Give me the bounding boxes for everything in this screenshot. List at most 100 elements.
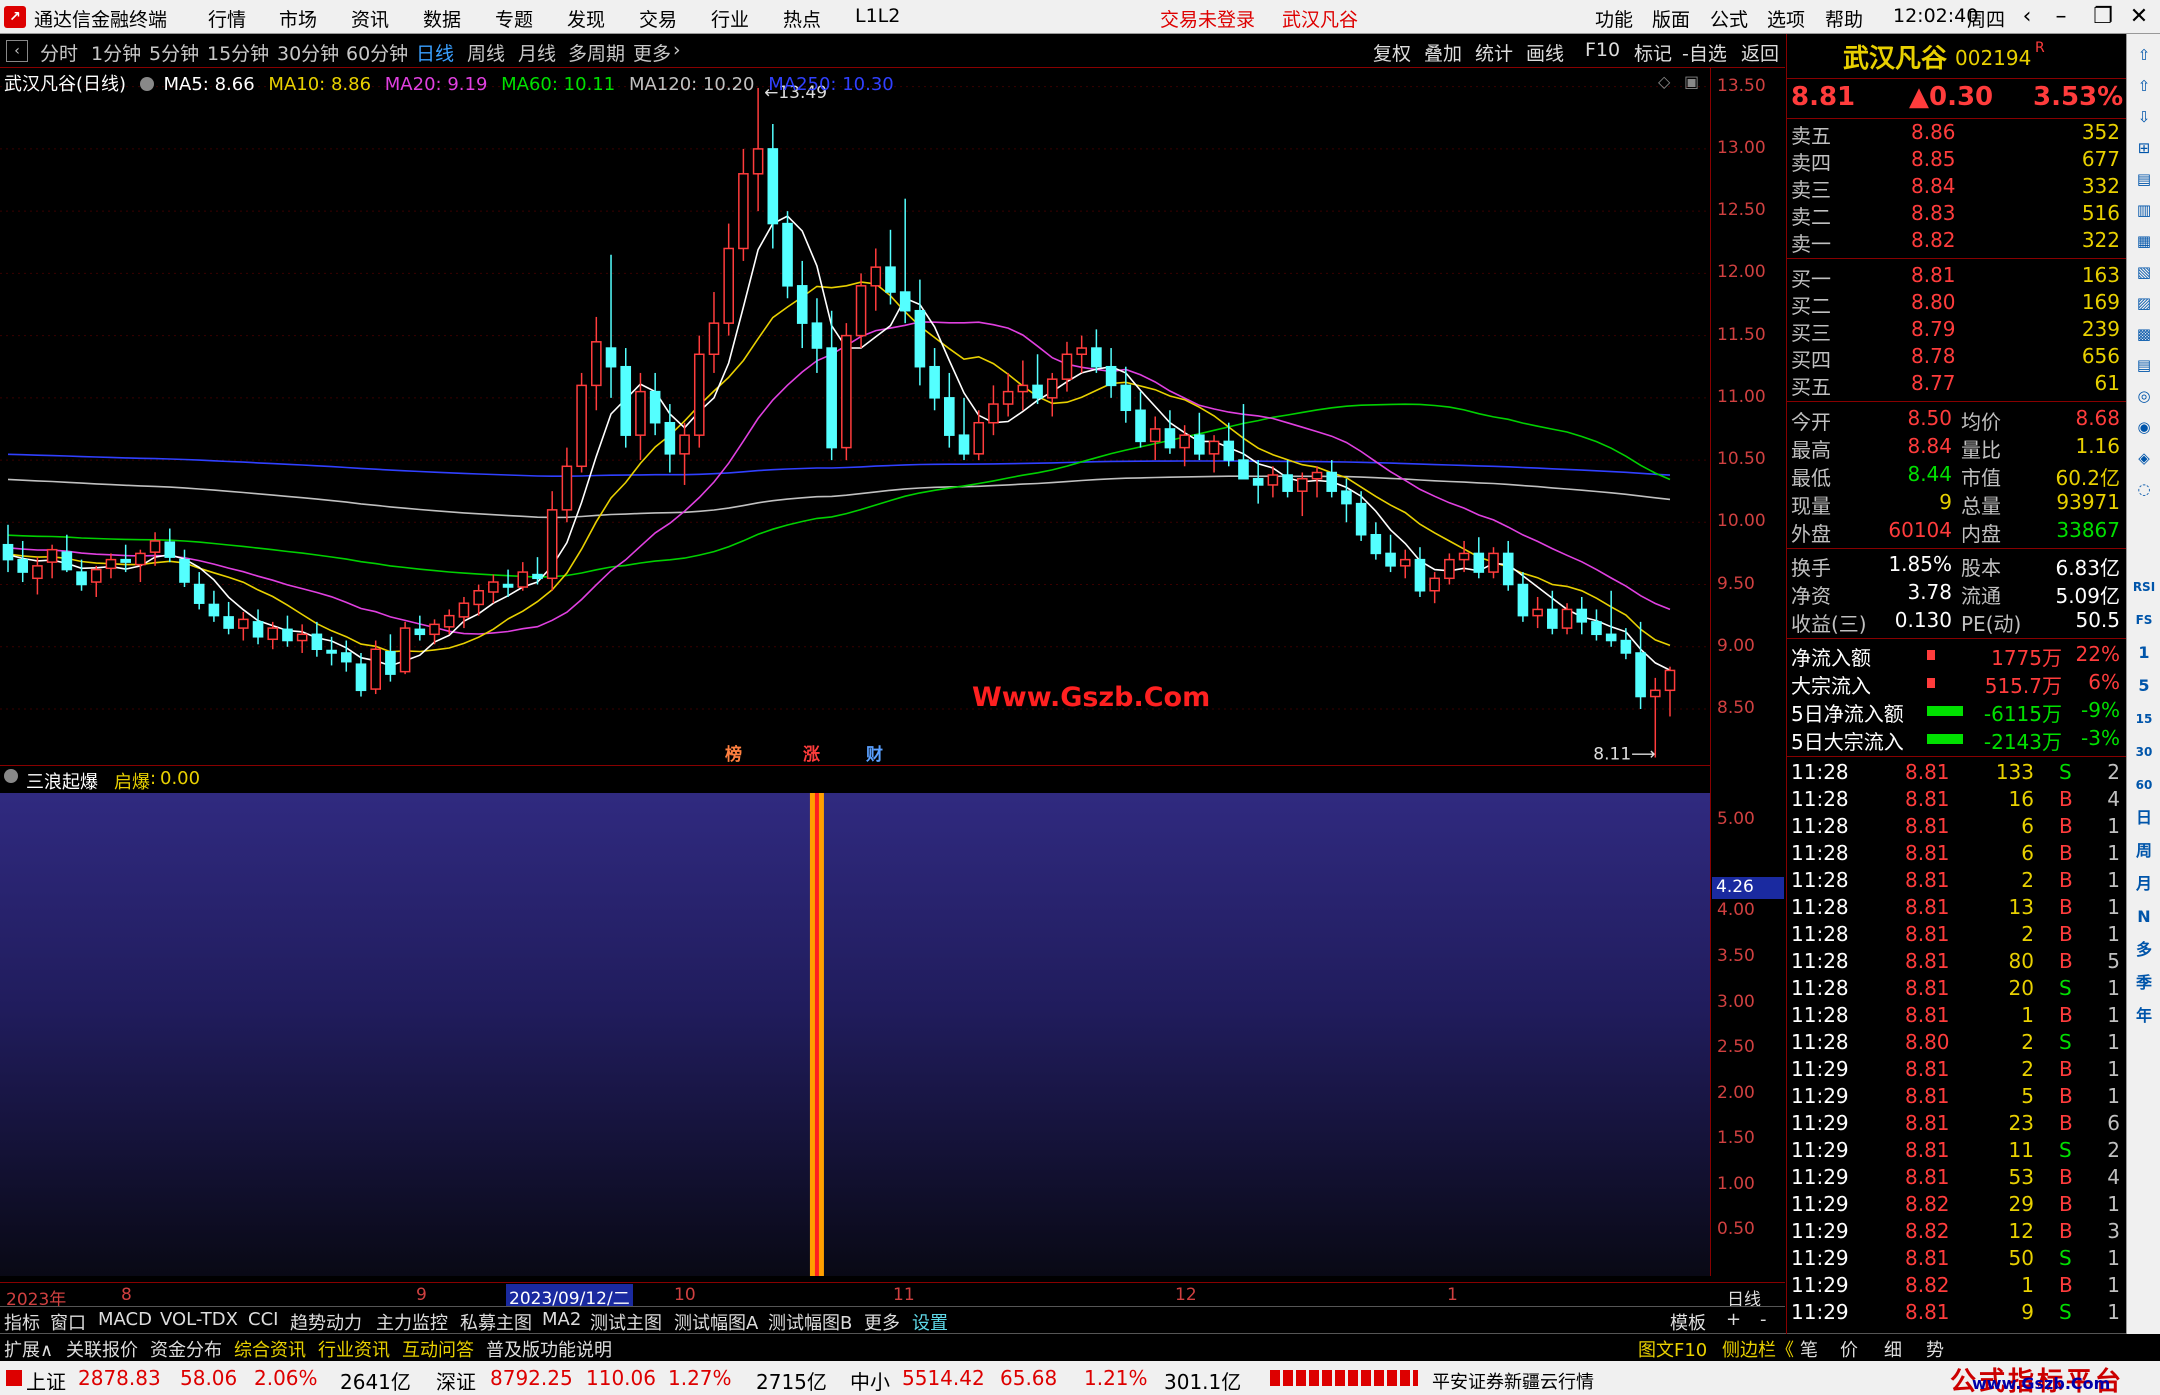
tool-period-12[interactable]: 季	[2131, 970, 2157, 996]
bid-price-2[interactable]: 8.79	[1911, 317, 1956, 341]
ind-tab-8[interactable]: MA2	[542, 1309, 581, 1330]
toolbar-4[interactable]: F10	[1585, 39, 1620, 61]
tool-period-13[interactable]: 年	[2131, 1003, 2157, 1029]
tool-period-4[interactable]: 15	[2131, 706, 2157, 732]
settings-dot-icon[interactable]	[139, 77, 154, 91]
bottom-tab-2[interactable]: 资金分布	[150, 1336, 222, 1362]
toolbar-1[interactable]: 叠加	[1424, 39, 1462, 66]
sz-label[interactable]: 深证	[436, 1366, 476, 1395]
ask-price-3[interactable]: 8.83	[1911, 201, 1956, 225]
calc-icon[interactable]: ▤	[2131, 352, 2157, 378]
menu-right-3[interactable]: 选项	[1767, 5, 1805, 32]
tool-period-0[interactable]: RSI	[2131, 574, 2157, 600]
ind-tab-1[interactable]: 窗口	[50, 1309, 86, 1335]
arrow-up-icon[interactable]: ⇧	[2131, 73, 2157, 99]
toolbar-3[interactable]: 画线	[1526, 39, 1564, 66]
bottom-tab-6[interactable]: 普及版功能说明	[486, 1336, 612, 1362]
ind-tab-13[interactable]: 设置	[912, 1309, 948, 1335]
period-1[interactable]: 1分钟	[91, 39, 141, 66]
bid-price-1[interactable]: 8.80	[1911, 290, 1956, 314]
menu-item-8[interactable]: 热点	[783, 5, 821, 32]
ask-price-1[interactable]: 8.85	[1911, 147, 1956, 171]
tool-period-1[interactable]: FS	[2131, 607, 2157, 633]
ind-tab-7[interactable]: 私募主图	[460, 1309, 532, 1335]
remove-button[interactable]: -	[1760, 1309, 1767, 1330]
bottom-tab-1[interactable]: 关联报价	[66, 1336, 138, 1362]
window-icon[interactable]: ▣	[1684, 72, 1699, 91]
menu-item-3[interactable]: 数据	[423, 5, 461, 32]
bottom-tab-4[interactable]: 行业资讯	[318, 1336, 390, 1362]
menu-right-2[interactable]: 公式	[1710, 5, 1748, 32]
menu-item-4[interactable]: 专题	[495, 5, 533, 32]
login-status[interactable]: 交易未登录	[1160, 5, 1255, 32]
toolbar-2[interactable]: 统计	[1475, 39, 1513, 66]
tool-period-10[interactable]: N	[2131, 904, 2157, 930]
ask-price-2[interactable]: 8.84	[1911, 174, 1956, 198]
ind-tab-6[interactable]: 主力监控	[376, 1309, 448, 1335]
ask-price-4[interactable]: 8.82	[1911, 228, 1956, 252]
ind-tab-4[interactable]: CCI	[248, 1309, 278, 1330]
period-8[interactable]: 月线	[518, 39, 556, 66]
tool-period-7[interactable]: 日	[2131, 805, 2157, 831]
toolbar-0[interactable]: 复权	[1373, 39, 1411, 66]
chevron-right-icon[interactable]: ›	[673, 39, 681, 61]
arrow-down-icon[interactable]: ⇩	[2131, 104, 2157, 130]
template-button[interactable]: 模板	[1670, 1309, 1706, 1335]
ind-tab-2[interactable]: MACD	[98, 1309, 152, 1330]
diamond-icon[interactable]: ◇	[1658, 72, 1670, 91]
menu-item-6[interactable]: 交易	[639, 5, 677, 32]
ind-tab-9[interactable]: 测试主图	[590, 1309, 662, 1335]
period-3[interactable]: 15分钟	[207, 39, 269, 66]
f10-button[interactable]: 图文F10	[1638, 1336, 1707, 1362]
menu-right-0[interactable]: 功能	[1595, 5, 1633, 32]
bell-icon[interactable]: ◉	[2131, 414, 2157, 440]
period-9[interactable]: 多周期	[568, 39, 625, 66]
ind-tab-10[interactable]: 测试幅图A	[674, 1309, 758, 1335]
menu-item-2[interactable]: 资讯	[351, 5, 389, 32]
menu-item-1[interactable]: 市场	[279, 5, 317, 32]
tool-period-11[interactable]: 多	[2131, 937, 2157, 963]
bottom-tab-0[interactable]: 扩展∧	[4, 1336, 53, 1362]
bid-price-0[interactable]: 8.81	[1911, 263, 1956, 287]
ask-price-0[interactable]: 8.86	[1911, 120, 1956, 144]
collapse-icon[interactable]: ‹	[6, 40, 28, 62]
menu-right-4[interactable]: 帮助	[1825, 5, 1863, 32]
sidebar-button[interactable]: 侧边栏《	[1722, 1336, 1794, 1362]
tool-period-9[interactable]: 月	[2131, 871, 2157, 897]
ind-tab-12[interactable]: 更多	[864, 1309, 900, 1335]
ind-tab-0[interactable]: 指标	[4, 1309, 40, 1335]
period-4[interactable]: 30分钟	[277, 39, 339, 66]
ind-tab-5[interactable]: 趋势动力	[290, 1309, 362, 1335]
side-tab-0[interactable]: 笔	[1800, 1336, 1818, 1362]
clock-icon[interactable]: ◌	[2131, 476, 2157, 502]
close-icon[interactable]: ✕	[2122, 2, 2156, 32]
bid-price-4[interactable]: 8.77	[1911, 371, 1956, 395]
zoom-icon[interactable]: ⊞	[2131, 135, 2157, 161]
cycle-icon[interactable]: ◈	[2131, 445, 2157, 471]
add-button[interactable]: +	[1726, 1309, 1741, 1330]
bottom-tab-3[interactable]: 综合资讯	[234, 1336, 306, 1362]
chart-icon[interactable]: ▥	[2131, 197, 2157, 223]
chart-bar-icon[interactable]: ▦	[2131, 228, 2157, 254]
menu-item-9[interactable]: L1L2	[855, 5, 900, 27]
minimize-icon[interactable]: –	[2044, 2, 2078, 32]
tool-period-3[interactable]: 5	[2131, 673, 2157, 699]
tool-period-6[interactable]: 60	[2131, 772, 2157, 798]
bid-price-3[interactable]: 8.78	[1911, 344, 1956, 368]
candlestick-chart[interactable]: ←13.498.11⟶Www.Gszb.Com榜涨财	[0, 68, 1710, 765]
list-icon[interactable]: ▤	[2131, 166, 2157, 192]
restore-icon[interactable]: ❐	[2086, 2, 2120, 32]
period-2[interactable]: 5分钟	[149, 39, 199, 66]
tool-period-8[interactable]: 周	[2131, 838, 2157, 864]
ind-tab-11[interactable]: 测试幅图B	[768, 1309, 852, 1335]
period-0[interactable]: 分时	[40, 39, 78, 66]
period-7[interactable]: 周线	[467, 39, 505, 66]
indicator-settings-icon[interactable]	[4, 769, 18, 783]
news-icon[interactable]: ▨	[2131, 290, 2157, 316]
side-tab-1[interactable]: 价	[1840, 1336, 1858, 1362]
ind-tab-3[interactable]: VOL-TDX	[160, 1309, 238, 1330]
tool-period-2[interactable]: 1	[2131, 640, 2157, 666]
menu-right-1[interactable]: 版面	[1652, 5, 1690, 32]
sh-label[interactable]: 上证	[26, 1366, 66, 1395]
tool-period-5[interactable]: 30	[2131, 739, 2157, 765]
